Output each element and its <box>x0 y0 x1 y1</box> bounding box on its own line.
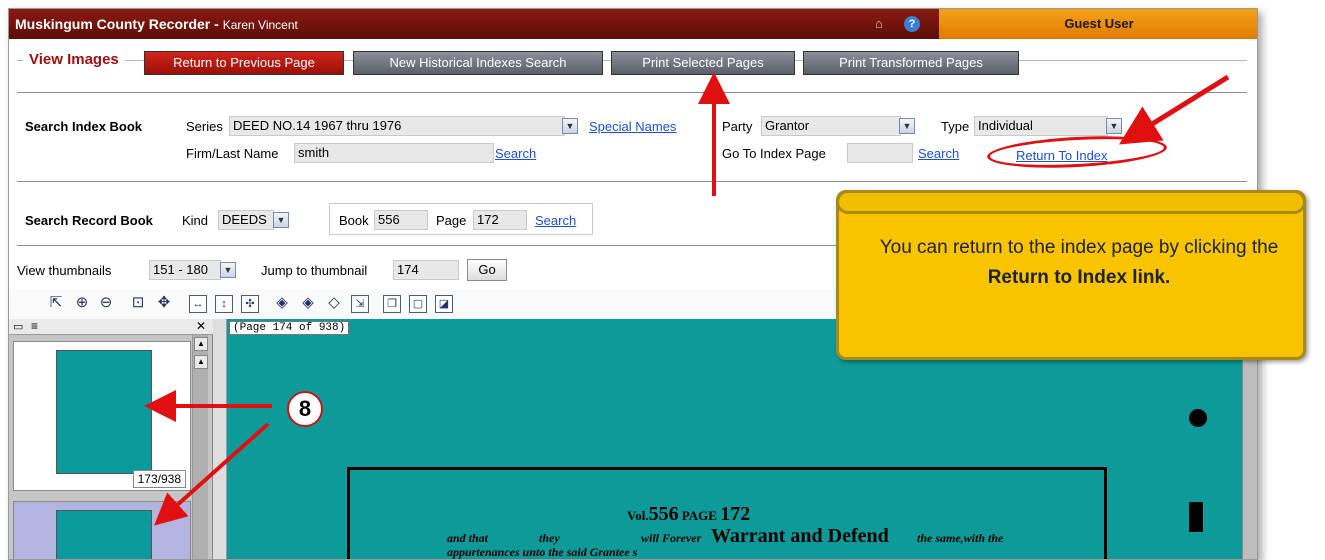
goto-search-link[interactable]: Search <box>918 146 959 161</box>
search-record-heading: Search Record Book <box>25 213 153 228</box>
step-marker: 8 <box>287 391 323 427</box>
book-input[interactable]: 556 <box>374 210 428 230</box>
zoom-rect-icon[interactable]: ⊡ <box>129 295 147 313</box>
zoom-out-icon[interactable]: ⊖ <box>97 295 115 313</box>
last-name-input[interactable]: smith <box>294 143 494 163</box>
kind-select[interactable]: DEEDS <box>218 210 274 230</box>
fit-page-icon[interactable]: ✣ <box>241 295 259 313</box>
thumbnail-panel-header: ▭ ≡ ✕ <box>9 319 213 335</box>
view-thumbnails-label: View thumbnails <box>17 263 112 278</box>
user-name: Karen Vincent <box>222 18 298 32</box>
callout-note: You can return to the index page by clic… <box>836 190 1306 360</box>
chevron-down-icon[interactable]: ▼ <box>273 212 289 228</box>
book-label: Book <box>339 213 369 228</box>
type-label: Type <box>941 119 970 134</box>
thumbnail-range-select[interactable]: 151 - 180 <box>149 260 221 280</box>
thumbnail-panel: ▭ ≡ ✕ 173/938 ▲ ▲ <box>9 319 213 559</box>
thumbnail-scrollbar[interactable]: ▲ ▲ <box>192 335 208 559</box>
punch-hole-mark <box>1189 409 1207 427</box>
export-icon[interactable]: ⇲ <box>351 295 369 313</box>
print-transformed-button[interactable]: Print Transformed Pages <box>803 51 1019 75</box>
fit-width-icon[interactable]: ↔ <box>189 295 207 313</box>
series-label: Series <box>186 119 223 134</box>
type-select[interactable]: Individual <box>974 116 1108 136</box>
document-mark <box>1189 502 1203 532</box>
search-index-heading: Search Index Book <box>25 119 143 134</box>
index-search-link[interactable]: Search <box>495 146 536 161</box>
chevron-down-icon[interactable]: ▼ <box>220 262 236 278</box>
thumbnail-image <box>56 510 152 559</box>
title-bar: Muskingum County Recorder - Karen Vincen… <box>9 9 1257 39</box>
close-icon[interactable]: ✕ <box>196 319 206 333</box>
document-text-line: will Forever <box>641 531 702 545</box>
flip-icon[interactable]: ◇ <box>325 295 343 313</box>
chevron-down-icon[interactable]: ▼ <box>1106 118 1122 134</box>
document-text-line: appurtenances unto the said Grantee s <box>447 545 638 559</box>
series-select[interactable]: DEED NO.14 1967 thru 1976 <box>229 116 565 136</box>
document-text-line: they <box>539 531 560 545</box>
page-icon[interactable]: ❐ <box>383 295 401 313</box>
new-search-button[interactable]: New Historical Indexes Search <box>353 51 603 75</box>
section-divider <box>17 181 1247 182</box>
tab-bar: View Images Return to Previous Page New … <box>9 39 1257 79</box>
rotate-left-icon[interactable]: ◈ <box>273 295 291 313</box>
panel-splitter[interactable] <box>213 319 227 559</box>
goto-index-input[interactable] <box>847 143 913 163</box>
print-selected-button[interactable]: Print Selected Pages <box>611 51 795 75</box>
chevron-down-icon[interactable]: ▼ <box>562 118 578 134</box>
return-previous-button[interactable]: Return to Previous Page <box>144 51 344 75</box>
page-input[interactable]: 172 <box>473 210 527 230</box>
page-title: View Images <box>23 51 125 68</box>
thumbnail-item[interactable] <box>13 501 191 559</box>
document-heading: Warrant and Defend <box>711 525 889 547</box>
app-title: Muskingum County Recorder - Karen Vincen… <box>15 16 298 32</box>
go-button[interactable]: Go <box>467 259 507 281</box>
thumbnail-item[interactable]: 173/938 <box>13 341 191 491</box>
jump-thumbnail-label: Jump to thumbnail <box>261 263 368 278</box>
scroll-top-icon[interactable]: ▲ <box>194 337 208 351</box>
record-search-link[interactable]: Search <box>535 213 576 228</box>
fit-height-icon[interactable]: ↕ <box>215 295 233 313</box>
party-label: Party <box>722 119 753 134</box>
clear-icon[interactable]: ◪ <box>435 295 453 313</box>
home-icon[interactable]: ⌂ <box>875 17 891 31</box>
guest-user-label: Guest User <box>939 9 1257 39</box>
pan-icon[interactable]: ✥ <box>155 295 173 313</box>
document-number: Vol.556 PAGE 172 <box>627 503 751 525</box>
special-names-link[interactable]: Special Names <box>589 119 676 134</box>
party-select[interactable]: Grantor <box>761 116 901 136</box>
select-pointer-icon[interactable]: ⇱ <box>47 295 65 313</box>
document-text-line: the same,with the <box>917 531 1004 545</box>
grid-view-icon[interactable]: ▭ <box>13 320 23 333</box>
callout-scroll-top <box>836 190 1306 214</box>
list-view-icon[interactable]: ≡ <box>31 319 38 333</box>
chevron-down-icon[interactable]: ▼ <box>899 118 915 134</box>
jump-thumbnail-input[interactable]: 174 <box>393 260 459 280</box>
rotate-right-icon[interactable]: ◈ <box>299 295 317 313</box>
thumbnail-image <box>56 350 152 474</box>
goto-index-label: Go To Index Page <box>722 146 826 161</box>
page-label: Page <box>436 213 467 228</box>
section-divider <box>17 92 1247 93</box>
thumbnail-caption: 173/938 <box>132 470 186 488</box>
zoom-in-icon[interactable]: ⊕ <box>73 295 91 313</box>
callout-text: You can return to the index page by clic… <box>879 237 1279 288</box>
scroll-up-icon[interactable]: ▲ <box>194 355 208 369</box>
copy-icon[interactable]: ▢ <box>409 295 427 313</box>
last-name-label: Firm/Last Name <box>186 146 279 161</box>
help-icon[interactable]: ? <box>904 16 920 32</box>
document-text-line: and that <box>447 531 489 545</box>
page-indicator: (Page 174 of 938) <box>229 321 350 335</box>
kind-label: Kind <box>182 213 209 228</box>
